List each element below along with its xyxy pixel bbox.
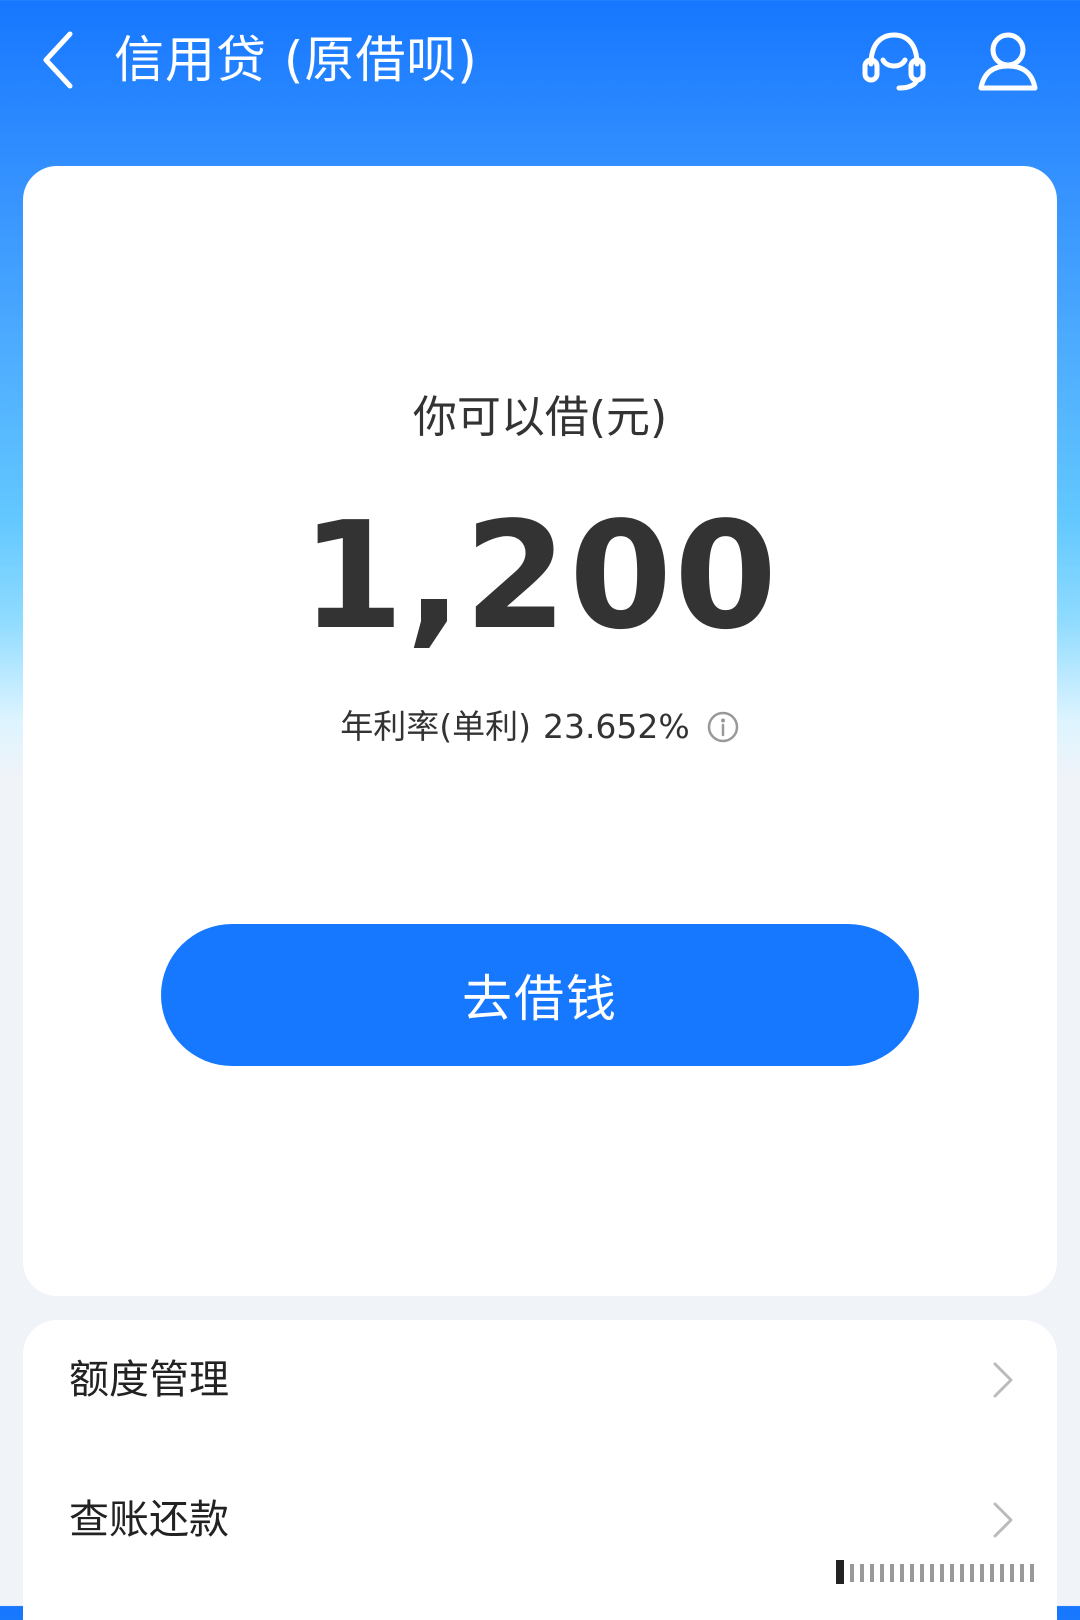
borrow-button[interactable]: 去借钱 xyxy=(161,924,919,1066)
headset-icon xyxy=(862,32,926,91)
info-icon[interactable] xyxy=(706,710,740,744)
available-label: 你可以借(元) xyxy=(412,392,668,443)
chevron-right-icon xyxy=(993,1502,1013,1538)
available-amount: 1,200 xyxy=(300,490,780,662)
back-button[interactable] xyxy=(30,28,86,92)
menu-item-label: 查账还款 xyxy=(69,1497,229,1543)
page-title: 信用贷 (原借呗) xyxy=(114,31,478,89)
rate-value: 23.652% xyxy=(542,707,690,746)
menu-item-label: 额度管理 xyxy=(69,1357,229,1403)
rate-label: 年利率(单利) xyxy=(340,707,531,746)
profile-button[interactable] xyxy=(972,26,1044,96)
watermark-mark xyxy=(836,1560,1034,1584)
chevron-right-icon xyxy=(993,1362,1013,1398)
chevron-left-icon xyxy=(43,31,73,89)
customer-service-button[interactable] xyxy=(858,28,930,94)
top-bar: 信用贷 (原借呗) xyxy=(0,0,1080,130)
menu-item-quota-management[interactable]: 额度管理 xyxy=(23,1320,1057,1440)
interest-rate-row: 年利率(单利) 23.652% xyxy=(23,702,1057,752)
loan-summary-card: 你可以借(元) 1,200 年利率(单利) 23.652% 去借钱 xyxy=(23,166,1057,1296)
user-icon xyxy=(978,32,1038,91)
